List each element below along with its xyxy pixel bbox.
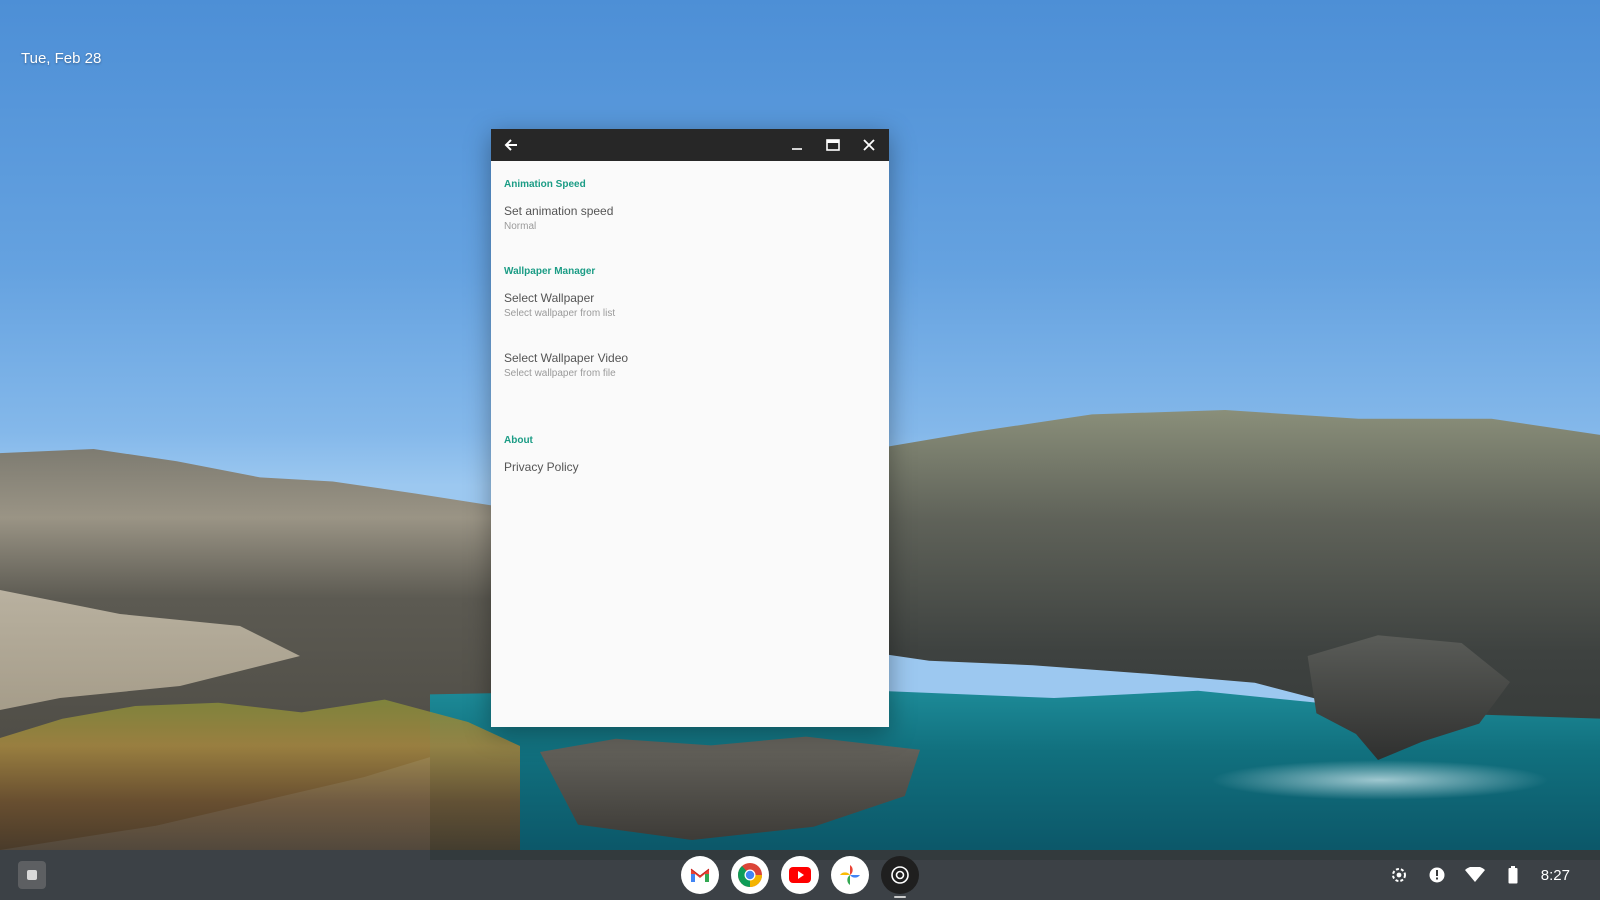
pref-select-wallpaper-video[interactable]: Select Wallpaper Video Select wallpaper … — [504, 351, 876, 379]
gmail-icon[interactable] — [681, 856, 719, 894]
chrome-icon[interactable] — [731, 856, 769, 894]
back-arrow-icon[interactable] — [499, 133, 523, 157]
shelf-apps — [681, 856, 919, 898]
desktop-date: Tue, Feb 28 — [21, 50, 102, 67]
camera-app-icon[interactable] — [881, 856, 919, 898]
settings-window: Animation Speed Set animation speed Norm… — [491, 129, 889, 727]
photos-icon[interactable] — [831, 856, 869, 894]
close-icon[interactable] — [857, 133, 881, 157]
minimize-icon[interactable] — [785, 133, 809, 157]
section-header-animation: Animation Speed — [504, 179, 586, 190]
pref-title: Privacy Policy — [504, 460, 579, 474]
clock[interactable]: 8:27 — [1541, 867, 1570, 884]
launcher-button[interactable] — [18, 861, 46, 889]
notification-icon[interactable] — [1427, 865, 1447, 885]
pref-select-wallpaper[interactable]: Select Wallpaper Select wallpaper from l… — [504, 291, 876, 319]
active-indicator — [894, 896, 906, 898]
window-titlebar[interactable] — [491, 129, 889, 161]
pref-set-animation-speed[interactable]: Set animation speed Normal — [504, 204, 876, 232]
pref-title: Select Wallpaper — [504, 291, 595, 305]
wallpaper-foam — [1210, 760, 1550, 800]
wifi-icon[interactable] — [1464, 865, 1485, 885]
battery-icon[interactable] — [1503, 865, 1523, 885]
launcher-icon — [27, 870, 37, 880]
section-header-about: About — [504, 435, 533, 446]
status-tray[interactable]: 8:27 — [1389, 850, 1570, 900]
pref-title: Select Wallpaper Video — [504, 351, 629, 365]
pref-summary: Normal — [504, 221, 537, 232]
pref-summary: Select wallpaper from list — [504, 308, 616, 319]
preferences-list: Animation Speed Set animation speed Norm… — [491, 161, 889, 504]
pref-title: Set animation speed — [504, 204, 614, 218]
shelf: 8:27 — [0, 850, 1600, 900]
section-header-wallpaper: Wallpaper Manager — [504, 266, 596, 277]
pref-privacy-policy[interactable]: Privacy Policy — [504, 460, 876, 474]
restore-icon[interactable] — [821, 133, 845, 157]
settings-icon[interactable] — [1389, 865, 1409, 885]
youtube-icon[interactable] — [781, 856, 819, 894]
pref-summary: Select wallpaper from file — [504, 368, 616, 379]
